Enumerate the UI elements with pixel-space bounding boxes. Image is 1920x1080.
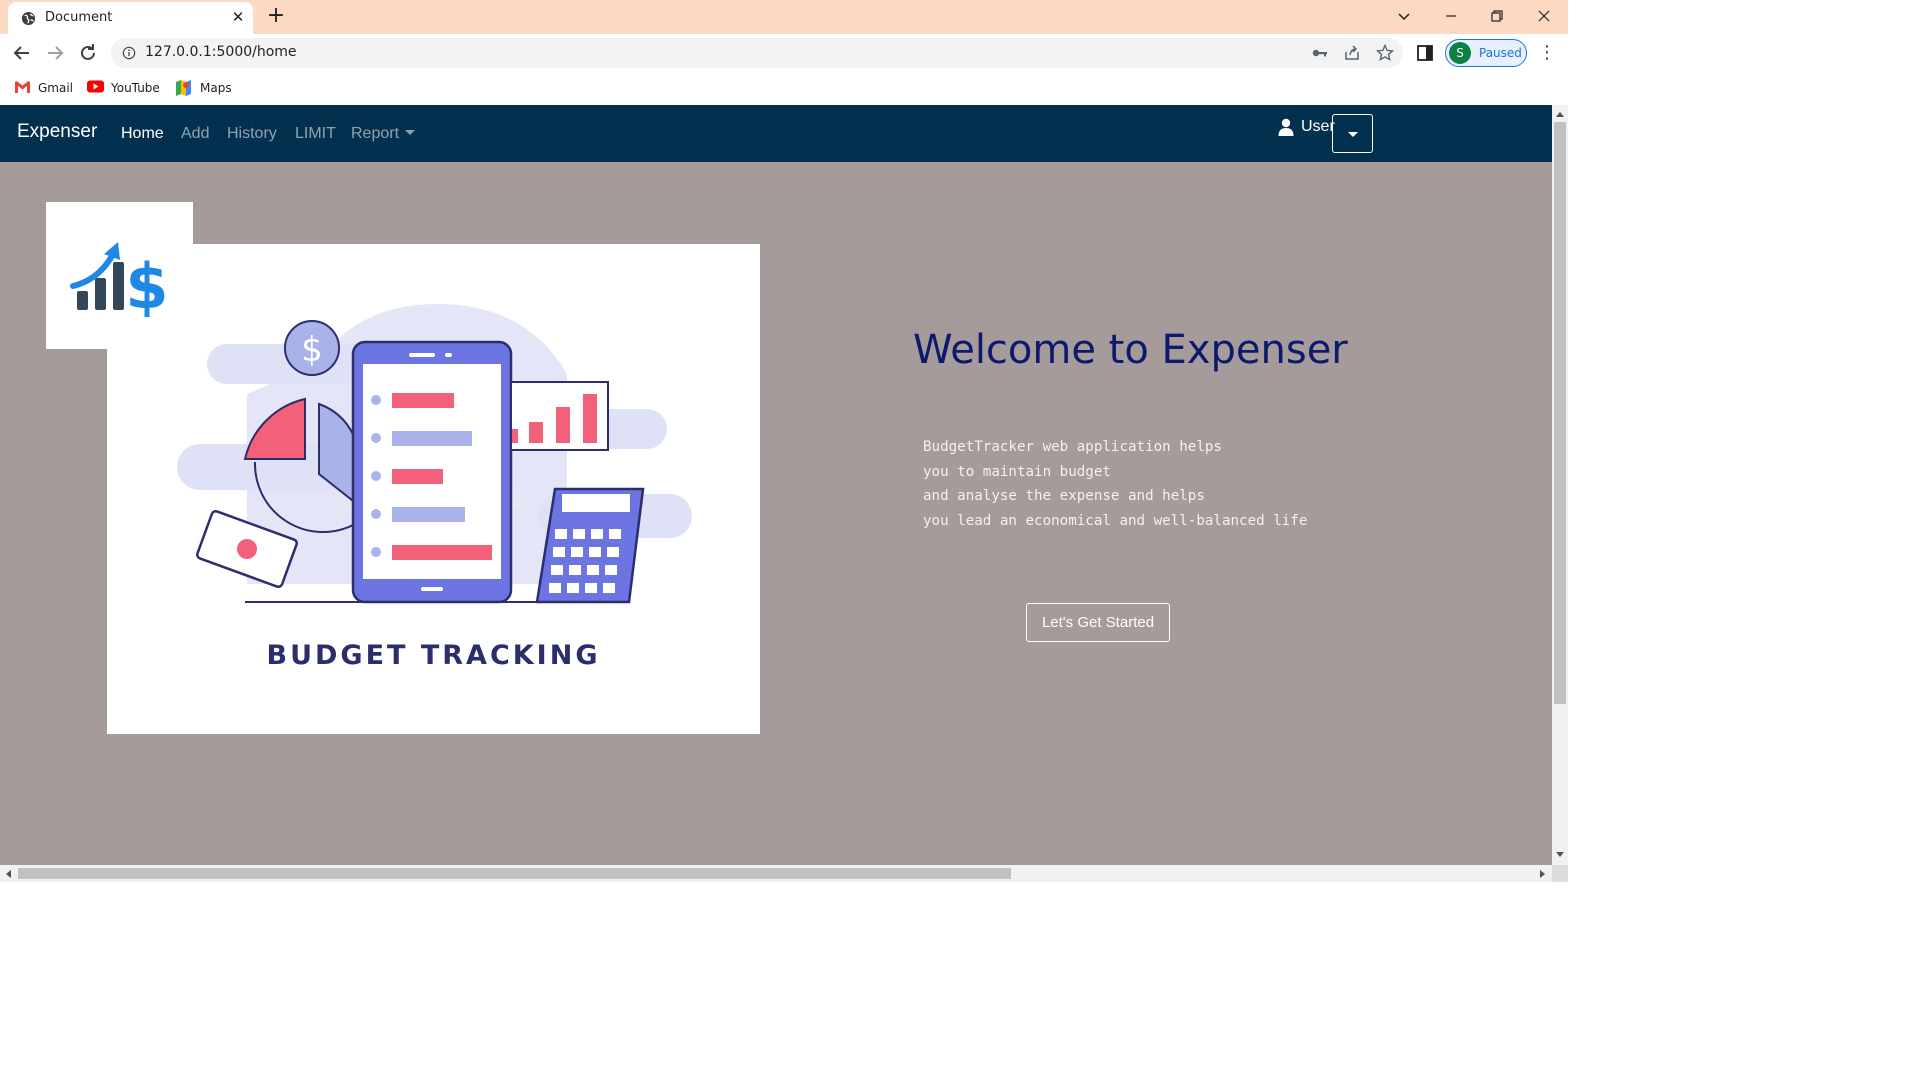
profile-button[interactable]: S Paused xyxy=(1445,39,1527,67)
browser-toolbar: 127.0.0.1:5000/home S Paused ⋮ xyxy=(0,34,1568,72)
restore-icon[interactable] xyxy=(1485,4,1509,28)
user-dropdown-toggle[interactable] xyxy=(1332,114,1373,153)
bookmark-label: YouTube xyxy=(111,81,160,95)
close-window-icon[interactable] xyxy=(1532,4,1556,28)
bookmark-label: Maps xyxy=(200,81,232,95)
youtube-icon xyxy=(87,80,104,93)
bookmark-star-icon[interactable] xyxy=(1375,43,1395,63)
vertical-scrollbar[interactable] xyxy=(1552,105,1568,865)
browser-tab[interactable]: Document ✕ xyxy=(8,2,253,34)
globe-icon xyxy=(21,11,36,26)
forward-arrow-icon[interactable] xyxy=(43,41,67,65)
url-text: 127.0.0.1:5000/home xyxy=(145,44,297,60)
nav-link-home[interactable]: Home xyxy=(121,125,164,143)
scroll-up-icon[interactable] xyxy=(1555,110,1565,118)
description-line: you lead an economical and well-balanced… xyxy=(923,512,1308,529)
main-content: dreamstime $ xyxy=(0,162,1552,865)
get-started-button[interactable]: Let's Get Started xyxy=(1026,603,1170,642)
scrollbar-corner xyxy=(1552,865,1568,882)
welcome-title: Welcome to Expenser xyxy=(913,327,1348,373)
bookmark-label: Gmail xyxy=(38,81,74,95)
maps-icon xyxy=(176,80,191,96)
nav-link-limit[interactable]: LIMIT xyxy=(295,125,336,143)
horizontal-scroll-thumb[interactable] xyxy=(18,868,1011,879)
bookmark-gmail[interactable]: Gmail xyxy=(14,78,74,98)
nav-link-report-label: Report xyxy=(351,125,400,142)
growth-dollar-logo-icon: $ xyxy=(70,242,169,323)
description-line: you to maintain budget xyxy=(923,463,1111,480)
expenser-logo: $ xyxy=(46,202,193,349)
tab-strip: Document ✕ + xyxy=(0,0,1568,34)
tab-title: Document xyxy=(45,10,113,25)
svg-text:$: $ xyxy=(125,250,168,323)
address-bar[interactable]: 127.0.0.1:5000/home xyxy=(111,38,1403,68)
profile-status: Paused xyxy=(1479,46,1522,60)
bookmark-youtube[interactable]: YouTube xyxy=(87,78,162,98)
share-icon[interactable] xyxy=(1342,43,1362,63)
browser-menu-icon[interactable]: ⋮ xyxy=(1538,41,1556,65)
user-icon xyxy=(1278,118,1294,136)
illustration-caption: BUDGET TRACKING xyxy=(266,640,601,671)
reload-icon[interactable] xyxy=(76,41,100,65)
nav-link-report[interactable]: Report xyxy=(351,125,416,143)
new-tab-icon[interactable]: + xyxy=(264,4,288,28)
budget-illustration-svg: dreamstime $ xyxy=(177,304,692,604)
description-line: and analyse the expense and helps xyxy=(923,488,1205,504)
avatar: S xyxy=(1449,42,1471,64)
scroll-down-icon[interactable] xyxy=(1555,851,1565,859)
site-info-icon[interactable] xyxy=(122,46,136,60)
key-icon[interactable] xyxy=(1310,43,1330,63)
tab-close-icon[interactable]: ✕ xyxy=(228,7,248,27)
navbar-brand[interactable]: Expenser xyxy=(17,121,97,143)
gmail-icon xyxy=(15,81,30,93)
nav-link-add[interactable]: Add xyxy=(181,125,209,143)
tab-search-chevron-icon[interactable] xyxy=(1392,4,1416,28)
horizontal-scrollbar[interactable] xyxy=(0,865,1552,882)
vertical-scroll-thumb[interactable] xyxy=(1554,122,1566,704)
description-line: BudgetTracker web application helps xyxy=(923,439,1222,455)
bookmark-maps[interactable]: Maps xyxy=(176,78,234,98)
nav-link-history[interactable]: History xyxy=(227,125,277,143)
back-arrow-icon[interactable] xyxy=(10,41,34,65)
svg-text:$: $ xyxy=(301,330,323,370)
scroll-right-icon[interactable] xyxy=(1539,869,1547,879)
bookmarks-bar: Gmail YouTube Maps xyxy=(0,72,1568,105)
side-panel-icon[interactable] xyxy=(1417,45,1433,61)
user-label: User xyxy=(1301,118,1335,135)
budget-tracking-illustration: dreamstime $ xyxy=(107,244,760,734)
site-navbar: Expenser Home Add History LIMIT Report U… xyxy=(0,105,1552,162)
app-description: BudgetTracker web application helps you … xyxy=(923,435,1353,533)
caret-down-icon xyxy=(1348,132,1358,137)
caret-down-icon xyxy=(405,130,416,135)
minimize-icon[interactable] xyxy=(1439,4,1463,28)
scroll-left-icon[interactable] xyxy=(4,869,12,879)
